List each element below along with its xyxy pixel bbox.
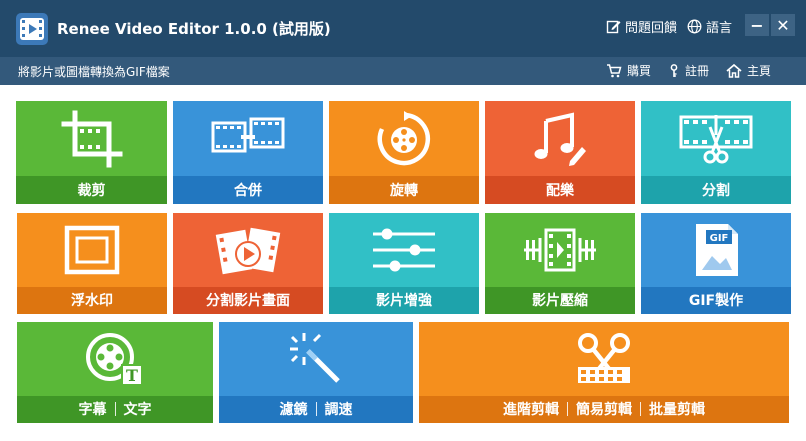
- split-screen-play-icon: [215, 227, 281, 275]
- gif-tile[interactable]: GIF GIF製作: [641, 213, 791, 314]
- enhance-tile[interactable]: 影片增強: [329, 213, 479, 314]
- split-tile[interactable]: 分割: [641, 101, 791, 204]
- rotate-label: 旋轉: [329, 176, 479, 204]
- feedback-label: 問題回饋: [625, 21, 678, 36]
- subtitle-link[interactable]: 字幕: [79, 399, 107, 419]
- enhance-label: 影片增強: [329, 286, 479, 314]
- gif-label: GIF製作: [641, 286, 791, 314]
- filter-speed-tile[interactable]: 濾鏡 調速: [219, 322, 413, 423]
- minimize-button[interactable]: −: [745, 14, 769, 36]
- music-note-icon: [534, 112, 586, 166]
- split-screen-label: 分割影片畫面: [173, 286, 323, 314]
- text-badge: T: [126, 366, 138, 385]
- film-scissors-icon: [679, 114, 753, 164]
- watermark-label: 浮水印: [17, 286, 167, 314]
- globe-icon: [687, 19, 702, 34]
- key-icon: [670, 63, 678, 77]
- magic-wand-icon: [290, 332, 340, 383]
- scissors-film-icon: [578, 332, 630, 383]
- language-menu[interactable]: 語言: [687, 17, 732, 36]
- label-divider: [114, 402, 116, 417]
- home-icon: [726, 63, 742, 78]
- feedback-link[interactable]: 問題回饋: [606, 17, 677, 36]
- title-bar: Renee Video Editor 1.0.0 (試用版) 問題回饋 語言 −…: [0, 0, 806, 57]
- crop-label: 裁剪: [16, 176, 167, 204]
- label-divider: [315, 402, 317, 417]
- music-label: 配樂: [485, 176, 635, 204]
- sliders-icon: [373, 228, 435, 272]
- register-link[interactable]: 註冊: [668, 62, 709, 79]
- compress-tile[interactable]: 影片壓縮: [485, 213, 635, 314]
- register-label: 註冊: [685, 64, 710, 78]
- gif-file-icon: GIF: [696, 223, 738, 276]
- label-divider: [640, 402, 641, 417]
- rotate-tile[interactable]: 旋轉: [329, 101, 479, 204]
- filter-link[interactable]: 濾鏡: [280, 399, 308, 419]
- film-text-icon: T: [86, 332, 143, 386]
- edit-icon: [606, 20, 621, 34]
- crop-tile[interactable]: 裁剪: [16, 101, 167, 204]
- advanced-edit-link[interactable]: 進階剪輯: [503, 399, 559, 419]
- watermark-frame-icon: [64, 225, 120, 275]
- sub-bar: 將影片或圖檔轉換為GIF檔案 購買 註冊 主頁: [0, 57, 806, 85]
- cart-icon: [607, 63, 622, 77]
- app-window: Renee Video Editor 1.0.0 (試用版) 問題回饋 語言 −…: [0, 0, 806, 441]
- speed-link[interactable]: 調速: [325, 399, 353, 419]
- page-subtitle: 將影片或圖檔轉換為GIF檔案: [18, 65, 170, 79]
- buy-label: 購買: [627, 64, 652, 78]
- merge-label: 合併: [173, 176, 323, 204]
- home-label: 主頁: [747, 64, 772, 78]
- watermark-tile[interactable]: 浮水印: [17, 213, 167, 314]
- split-screen-tile[interactable]: 分割影片畫面: [173, 213, 323, 314]
- home-link[interactable]: 主頁: [726, 62, 771, 79]
- app-title: Renee Video Editor 1.0.0 (試用版): [57, 20, 331, 38]
- compress-film-icon: [524, 228, 596, 272]
- split-label: 分割: [641, 176, 791, 204]
- advanced-edit-tile[interactable]: 進階剪輯 簡易剪輯 批量剪輯: [419, 322, 789, 423]
- feature-grid: 裁剪 合併 旋轉 配樂 分割 浮水印 分割影片畫面 影片增強 影片壓縮 GIF …: [0, 85, 806, 441]
- app-logo-icon: [16, 13, 48, 45]
- rotate-film-icon: [377, 110, 431, 165]
- text-link[interactable]: 文字: [124, 399, 152, 419]
- merge-tile[interactable]: 合併: [173, 101, 323, 204]
- gif-badge: GIF: [710, 233, 729, 244]
- label-divider: [567, 402, 568, 417]
- batch-edit-link[interactable]: 批量剪輯: [649, 399, 705, 419]
- language-label: 語言: [706, 21, 733, 36]
- music-tile[interactable]: 配樂: [485, 101, 635, 204]
- simple-edit-link[interactable]: 簡易剪輯: [576, 399, 632, 419]
- crop-icon: [61, 110, 122, 168]
- compress-label: 影片壓縮: [485, 286, 635, 314]
- buy-link[interactable]: 購買: [606, 62, 651, 79]
- film-merge-icon: [211, 117, 285, 153]
- close-button[interactable]: ✕: [771, 14, 795, 36]
- subtitle-text-tile[interactable]: T 字幕 文字: [17, 322, 213, 423]
